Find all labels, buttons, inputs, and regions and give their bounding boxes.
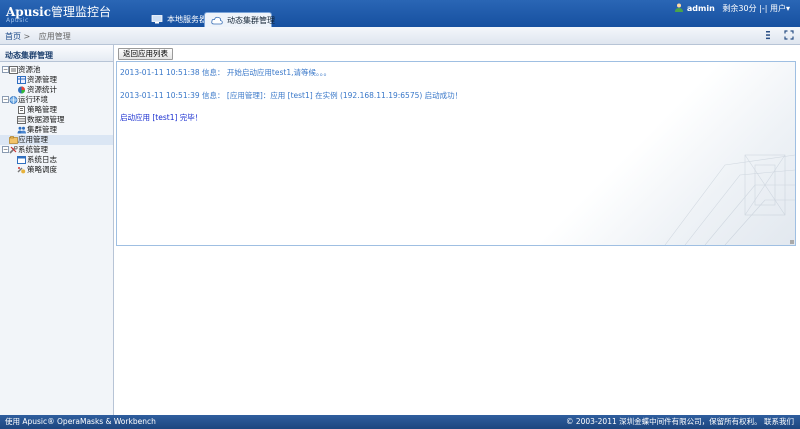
nav-tree: − 资源池 资源管理 资源统计 − 运行环境 策略管理 数据源管理 集群管理 应… [0,62,113,175]
log-line: 2013-01-11 10:51:38 信息： 开始启动应用test1,请等候。… [120,68,331,77]
sidebar-item-label: 资源池 [18,65,41,74]
fullscreen-icon[interactable] [784,30,794,40]
globe-icon [9,96,18,104]
background-decoration [664,154,795,245]
monitor-icon [151,15,163,24]
sidebar-item-label: 集群管理 [27,125,57,134]
folder-icon [9,66,18,74]
back-to-app-list-button[interactable]: 返回应用列表 [118,48,173,60]
session-timer: 剩余30分 [722,4,757,13]
sidebar-item-label: 策略调度 [27,165,57,174]
tab-cluster-label: 动态集群管理 [227,16,275,25]
sidebar-item-policy-mgmt[interactable]: 策略管理 [0,105,113,115]
breadcrumb-bar: 首页 > 应用管理 [0,27,800,45]
sidebar-item-runtime-env[interactable]: − 运行环境 [0,95,113,105]
app-icon [9,136,18,144]
app-title: 管理监控台 [51,5,112,19]
breadcrumb-separator: > [23,32,31,41]
footer-copyright: © 2003-2011 深圳金蝶中间件有限公司，保留所有权利。 联系我们 [565,417,794,426]
log-line: 2013-01-11 10:51:39 信息： [应用管理]：应用 [test1… [120,91,463,100]
table-icon [17,116,26,124]
window-icon [17,156,26,164]
sidebar-item-resource-mgmt[interactable]: 资源管理 [0,75,113,85]
schedule-icon [17,166,26,174]
collapse-toggle[interactable]: − [2,146,9,153]
grid-icon [17,76,26,84]
sidebar-item-policy-schedule[interactable]: 策略调度 [0,165,113,175]
sidebar-item-system-mgmt[interactable]: − 系统管理 [0,145,113,155]
breadcrumb-home[interactable]: 首页 [5,32,21,41]
sidebar-item-label: 资源统计 [27,85,57,94]
sidebar-item-datasource-mgmt[interactable]: 数据源管理 [0,115,113,125]
tab-local-label: 本地服务器 [167,15,207,24]
app-logo: Apusic管理监控台 Apusic [6,3,112,24]
header-separator: |-| [759,4,768,13]
menu-icon[interactable] [763,30,773,40]
main-content: 返回应用列表 2013-01-11 10:51:38 信息： 开始启动应用tes… [115,45,800,415]
sidebar-item-label: 资源管理 [27,75,57,84]
collapse-toggle[interactable]: − [2,66,9,73]
sidebar-item-cluster-mgmt[interactable]: 集群管理 [0,125,113,135]
sidebar-item-label: 数据源管理 [27,115,65,124]
top-header: Apusic管理监控台 Apusic 本地服务器 动态集群管理 admin 剩余… [0,0,800,27]
sidebar-item-resource-stats[interactable]: 资源统计 [0,85,113,95]
sidebar-item-label: 系统管理 [18,145,48,154]
log-panel: 2013-01-11 10:51:38 信息： 开始启动应用test1,请等候。… [116,61,796,246]
sidebar-item-app-mgmt[interactable]: 应用管理 [0,135,113,145]
footer: 使用 Apusic® OperaMasks & Workbench © 2003… [0,415,800,429]
sidebar-item-label: 策略管理 [27,105,57,114]
username[interactable]: admin [687,4,715,13]
sidebar-item-system-log[interactable]: 系统日志 [0,155,113,165]
cloud-icon [211,16,223,25]
users-icon [17,126,26,134]
breadcrumb-current: 应用管理 [38,32,71,41]
sidebar: 动态集群管理 − 资源池 资源管理 资源统计 − 运行环境 策略管理 数据源管理 [0,45,114,415]
tab-local-server[interactable]: 本地服务器 [145,12,207,27]
sidebar-title: 动态集群管理 [0,45,113,62]
toolbar-icons [755,30,794,42]
user-area: admin 剩余30分 |-| 用户▾ [674,3,790,14]
tab-dynamic-cluster[interactable]: 动态集群管理 [204,12,275,27]
user-menu[interactable]: 用户▾ [770,4,790,13]
document-icon [17,106,26,114]
log-line: 启动应用 [test1] 完毕！ [120,113,203,122]
user-icon [674,3,684,12]
sidebar-item-label: 应用管理 [18,135,48,144]
sidebar-item-label: 运行环境 [18,95,48,104]
tools-icon [9,145,18,154]
footer-credit: 使用 Apusic® OperaMasks & Workbench [5,417,156,426]
sidebar-item-label: 系统日志 [27,155,57,164]
pie-chart-icon [17,86,26,94]
sidebar-item-resource-pool[interactable]: − 资源池 [0,65,113,75]
resize-handle[interactable] [790,240,794,244]
breadcrumb: 首页 > 应用管理 [5,31,71,42]
collapse-toggle[interactable]: − [2,96,9,103]
brand-subtitle: Apusic [6,17,29,24]
